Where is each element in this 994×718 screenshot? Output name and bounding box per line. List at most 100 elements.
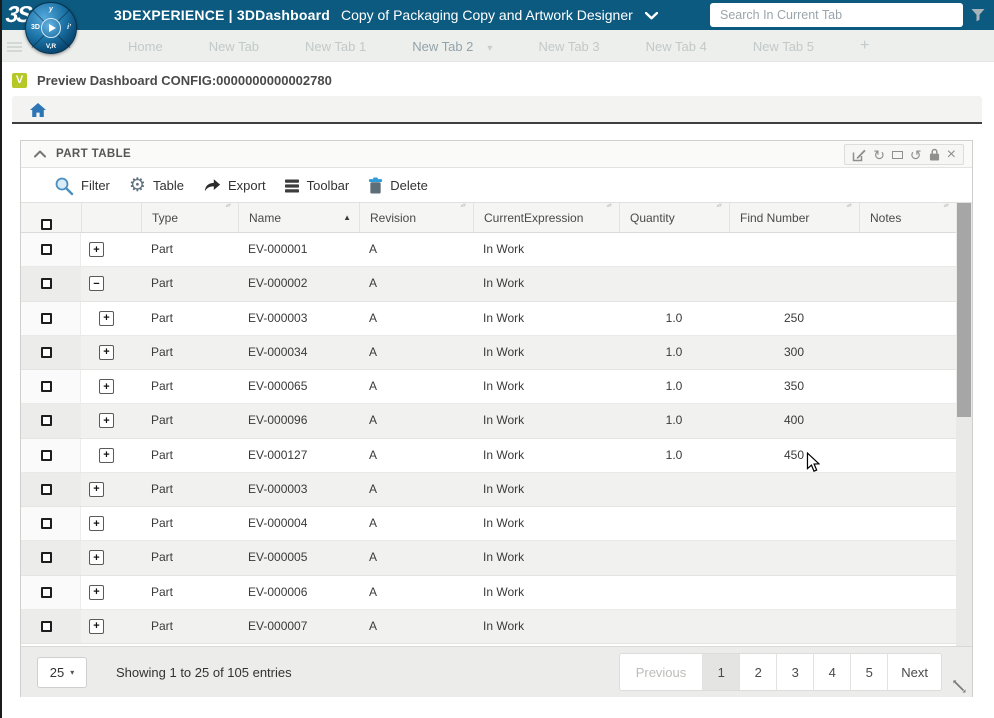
- expand-button[interactable]: +: [89, 516, 104, 531]
- expand-button[interactable]: +: [99, 344, 114, 360]
- row-checkbox[interactable]: [41, 346, 52, 358]
- table-toolbar: Filter ⚙ Table Export Toolbar Delete: [21, 169, 972, 203]
- table-row: + Part EV-000005 A In Work: [21, 541, 956, 576]
- 3dcompass-icon[interactable]: y 3D i’ V,R: [25, 2, 77, 54]
- cell-type: Part: [151, 584, 174, 599]
- page-button-1[interactable]: 1: [702, 654, 740, 690]
- tab-new-tab[interactable]: New Tab: [209, 39, 259, 54]
- trash-icon: [369, 177, 383, 194]
- tab-home[interactable]: Home: [128, 39, 163, 54]
- row-expand-cell: +: [81, 233, 141, 266]
- expand-button[interactable]: +: [89, 584, 104, 600]
- collapse-widget-icon[interactable]: [34, 150, 46, 158]
- lock-icon[interactable]: [929, 148, 940, 161]
- cell-notes: [859, 610, 956, 643]
- cell-name: EV-000005: [248, 550, 308, 565]
- cell-find-number: [729, 541, 859, 574]
- page-button-previous[interactable]: Previous: [619, 654, 703, 690]
- top-bar: 3S 3DEXPERIENCE | 3DDashboard Copy of Pa…: [0, 0, 994, 30]
- collapse-button[interactable]: −: [89, 276, 104, 292]
- home-icon[interactable]: [30, 103, 46, 117]
- row-checkbox[interactable]: [41, 620, 52, 632]
- delete-button[interactable]: Delete: [368, 177, 428, 194]
- page-button-next[interactable]: Next: [887, 654, 941, 690]
- column-header-find-number[interactable]: Find Number ▴▾: [729, 203, 859, 232]
- cell-name: EV-000001: [248, 242, 308, 256]
- tab-new-tab-3[interactable]: New Tab 3: [538, 39, 599, 54]
- expand-button[interactable]: +: [99, 310, 114, 326]
- search-input[interactable]: [710, 3, 963, 27]
- row-checkbox[interactable]: [41, 312, 52, 324]
- tab-new-tab-5[interactable]: New Tab 5: [753, 39, 814, 54]
- toolbar-button[interactable]: Toolbar: [284, 178, 349, 193]
- row-select-cell: [21, 541, 81, 575]
- expand-button[interactable]: +: [99, 447, 114, 463]
- mouse-cursor: [806, 452, 820, 473]
- column-header-revision[interactable]: Revision ▴▾: [359, 203, 473, 232]
- page-size-select[interactable]: 25 ▾: [37, 657, 87, 688]
- expand-button[interactable]: +: [89, 550, 104, 566]
- page-button-4[interactable]: 4: [813, 654, 851, 690]
- tab-new-tab-1[interactable]: New Tab 1: [305, 39, 366, 54]
- row-checkbox[interactable]: [41, 381, 52, 392]
- vertical-scrollbar[interactable]: [956, 203, 972, 646]
- column-header-type[interactable]: Type ▴▾: [141, 203, 238, 232]
- expand-button[interactable]: +: [89, 618, 104, 634]
- table-settings-button[interactable]: ⚙ Table: [129, 176, 184, 195]
- tab-new-tab-2[interactable]: New Tab 2 ▾: [412, 39, 492, 54]
- cell-quantity: [619, 576, 729, 609]
- page-button-3[interactable]: 3: [776, 654, 814, 690]
- column-header-notes[interactable]: Notes ▴▾: [859, 203, 956, 232]
- row-checkbox[interactable]: [41, 415, 52, 427]
- search-box[interactable]: [710, 3, 963, 27]
- row-checkbox[interactable]: [41, 483, 52, 495]
- filter-button[interactable]: Filter: [54, 176, 110, 196]
- select-all-checkbox[interactable]: [41, 219, 52, 230]
- row-checkbox[interactable]: [41, 449, 52, 461]
- expand-button[interactable]: +: [99, 379, 114, 394]
- sort-icon: ▴▾: [606, 203, 611, 209]
- column-header-name[interactable]: Name ▲: [238, 203, 359, 232]
- row-checkbox[interactable]: [41, 586, 52, 598]
- cell-type: Part: [151, 242, 174, 256]
- add-tab-button[interactable]: +: [860, 37, 869, 55]
- expand-button[interactable]: +: [89, 481, 104, 497]
- filter-funnel-icon[interactable]: [970, 7, 986, 23]
- resize-handle-icon[interactable]: [950, 677, 968, 695]
- tab-new-tab-4[interactable]: New Tab 4: [646, 39, 707, 54]
- chevron-down-icon[interactable]: [644, 12, 658, 20]
- export-button[interactable]: Export: [203, 178, 266, 193]
- edit-icon[interactable]: [852, 148, 866, 162]
- row-expand-cell: +: [81, 473, 141, 506]
- close-icon[interactable]: ×: [947, 146, 956, 163]
- row-checkbox[interactable]: [41, 278, 52, 290]
- column-header-currentexpression[interactable]: CurrentExpression ▴▾: [473, 203, 619, 232]
- preview-dashboard-label: Preview Dashboard CONFIG:000000000000278…: [37, 73, 332, 88]
- compass-north-label: y: [49, 6, 53, 13]
- page-button-5[interactable]: 5: [850, 654, 888, 690]
- part-table-widget: PART TABLE ↻ ↺ × Filter ⚙ Table Export T…: [20, 140, 973, 697]
- column-header-quantity[interactable]: Quantity ▴▾: [619, 203, 729, 232]
- maximize-icon[interactable]: [891, 150, 903, 159]
- undo-icon[interactable]: ↺: [910, 148, 922, 162]
- cell-name: EV-000006: [248, 584, 308, 599]
- menu-icon[interactable]: [7, 40, 22, 54]
- expand-button[interactable]: +: [99, 413, 114, 429]
- row-expand-cell: +: [81, 302, 141, 335]
- cell-find-number: [729, 610, 859, 643]
- cell-current-expression: In Work: [483, 276, 525, 291]
- cell-find-number: 250: [783, 310, 805, 325]
- row-checkbox[interactable]: [41, 552, 52, 564]
- dashboard-title[interactable]: Copy of Packaging Copy and Artwork Desig…: [341, 7, 633, 23]
- tab-caret-icon[interactable]: ▾: [487, 43, 492, 54]
- expand-button[interactable]: +: [89, 242, 104, 257]
- compass-play-button[interactable]: [41, 18, 61, 38]
- scrollbar-thumb[interactable]: [957, 203, 971, 417]
- cell-revision: A: [369, 447, 378, 462]
- table-label: Table: [152, 178, 185, 193]
- page-button-2[interactable]: 2: [739, 654, 777, 690]
- row-checkbox[interactable]: [41, 244, 52, 255]
- cell-type: Part: [151, 618, 174, 633]
- row-checkbox[interactable]: [41, 518, 52, 529]
- refresh-icon[interactable]: ↻: [873, 148, 885, 162]
